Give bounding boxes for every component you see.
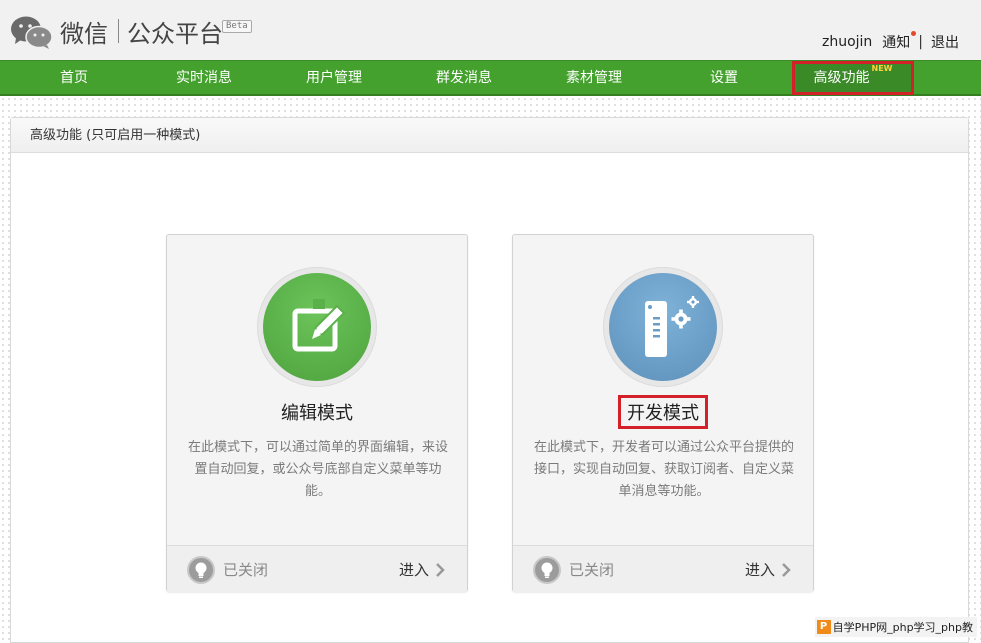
edit-mode-description: 在此模式下，可以通过简单的界面编辑，来设置自动回复，或公众号底部自定义菜单等功能…: [187, 440, 448, 499]
chevron-right-icon: [436, 563, 445, 577]
watermark-logo-icon: P: [816, 620, 831, 634]
developer-mode-status: 已关闭: [569, 561, 615, 579]
nav-item-mass-messages[interactable]: 群发消息: [423, 61, 505, 95]
developer-mode-title-text: 开发模式: [618, 395, 708, 429]
developer-mode-description: 在此模式下，开发者可以通过公众平台提供的接口，实现自动回复、获取订阅者、自定义菜…: [533, 440, 794, 499]
user-bar: zhuojin 通知 | 退出: [822, 31, 959, 52]
brand-name: 微信: [60, 19, 108, 48]
edit-mode-title: 编辑模式: [167, 398, 467, 426]
lightbulb-icon: [187, 556, 215, 584]
nav-item-home[interactable]: 首页: [34, 61, 114, 95]
developer-mode-card: 开发模式 在此模式下，开发者可以通过公众平台提供的接口，实现自动回复、获取订阅者…: [512, 234, 814, 593]
notice-dot-icon: [911, 31, 917, 36]
edit-mode-enter-button[interactable]: 进入: [399, 546, 445, 594]
edit-mode-status: 已关闭: [223, 561, 269, 579]
username-link[interactable]: zhuojin: [822, 34, 872, 50]
developer-mode-title: 开发模式: [513, 395, 813, 429]
developer-mode-footer: 已关闭 进入: [513, 545, 813, 593]
user-bar-divider: |: [918, 34, 923, 50]
nav-item-materials[interactable]: 素材管理: [553, 61, 635, 95]
enter-label: 进入: [398, 561, 429, 579]
edit-mode-icon-circle: [263, 273, 371, 381]
watermark-text: 自学PHP网_php学习_php教: [832, 621, 973, 634]
advanced-features-panel: 高级功能 (只可启用一种模式) 编辑模式 在此模式下，可以通过简单的界面编辑，来…: [10, 117, 969, 643]
brand-divider: [118, 19, 119, 43]
notice-link[interactable]: 通知: [882, 31, 917, 52]
site-watermark: P 自学PHP网_php学习_php教: [814, 617, 977, 637]
brand-title: 微信 公众平台: [60, 16, 223, 48]
lightbulb-icon: [533, 556, 561, 584]
developer-mode-enter-button[interactable]: 进入: [745, 546, 791, 594]
nav-item-label: 实时消息: [176, 70, 232, 86]
nav-item-realtime-messages[interactable]: 实时消息: [163, 61, 245, 95]
top-header: 微信 公众平台 Beta zhuojin 通知 | 退出: [0, 0, 981, 60]
beta-badge: Beta: [222, 20, 252, 33]
nav-item-label: 素材管理: [566, 70, 622, 86]
enter-label: 进入: [744, 561, 775, 579]
nav-item-label: 高级功能: [813, 70, 870, 86]
edit-mode-icon-ring: [257, 267, 377, 387]
edit-mode-title-text: 编辑模式: [281, 403, 353, 424]
developer-mode-icon-circle: [609, 273, 717, 381]
wechat-logo-icon: [11, 16, 53, 49]
edit-icon: [292, 299, 346, 352]
nav-item-label: 群发消息: [436, 70, 492, 86]
nav-item-label: 用户管理: [306, 70, 362, 86]
chevron-right-icon: [782, 563, 791, 577]
nav-item-user-management[interactable]: 用户管理: [293, 61, 375, 95]
nav-item-label: 首页: [60, 70, 88, 86]
main-nav: 首页 实时消息 用户管理 群发消息 素材管理 设置 高级功能NEW: [0, 60, 981, 96]
edit-mode-footer: 已关闭 进入: [167, 545, 467, 593]
logout-link[interactable]: 退出: [931, 32, 959, 52]
nav-item-settings[interactable]: 设置: [690, 61, 758, 95]
notice-label: 通知: [882, 35, 911, 51]
developer-mode-icon-ring: [603, 267, 723, 387]
server-gear-icon: [645, 296, 699, 357]
edit-mode-card: 编辑模式 在此模式下，可以通过简单的界面编辑，来设置自动回复，或公众号底部自定义…: [166, 234, 468, 593]
nav-item-label: 设置: [710, 70, 738, 86]
platform-name: 公众平台: [127, 19, 223, 48]
panel-title: 高级功能 (只可启用一种模式): [11, 118, 968, 153]
nav-item-advanced[interactable]: 高级功能NEW: [792, 61, 914, 95]
new-badge: NEW: [871, 64, 893, 73]
